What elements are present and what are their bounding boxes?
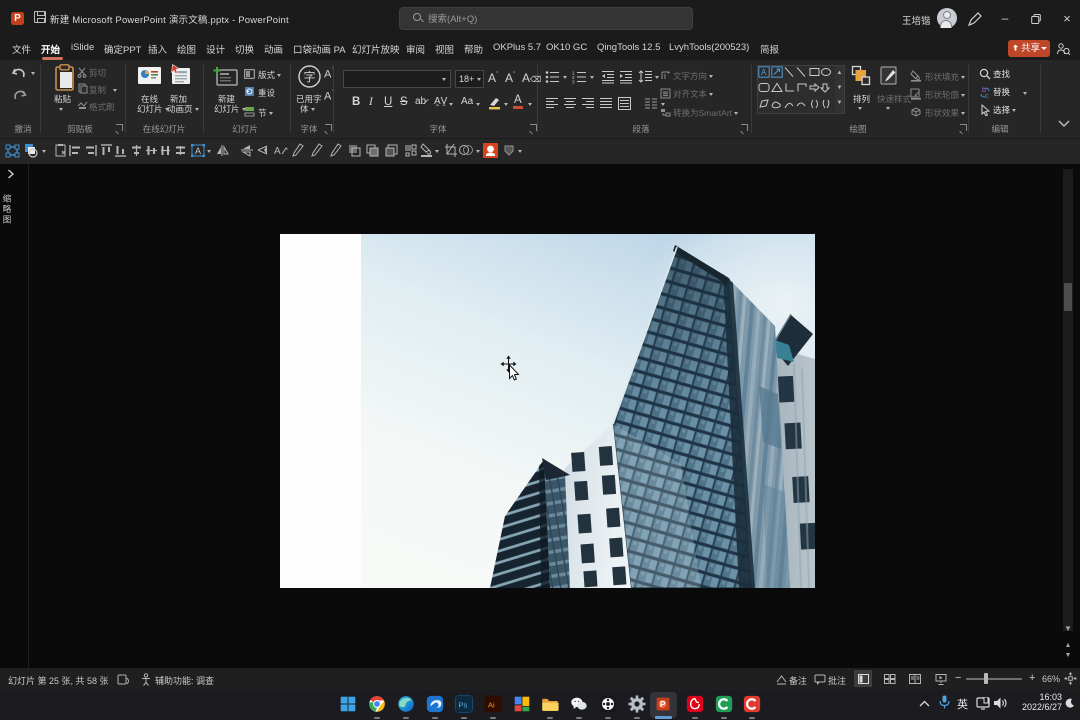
svg-text:字: 字 [303, 69, 315, 84]
svg-text:A: A [195, 146, 201, 156]
svg-text:Ps: Ps [458, 700, 467, 709]
svg-text:A: A [274, 146, 281, 157]
svg-text:3: 3 [572, 80, 575, 85]
svg-text:P: P [660, 700, 666, 709]
svg-text:c: c [985, 93, 989, 99]
svg-text:Ai: Ai [488, 700, 495, 709]
svg-text:A: A [761, 68, 767, 77]
